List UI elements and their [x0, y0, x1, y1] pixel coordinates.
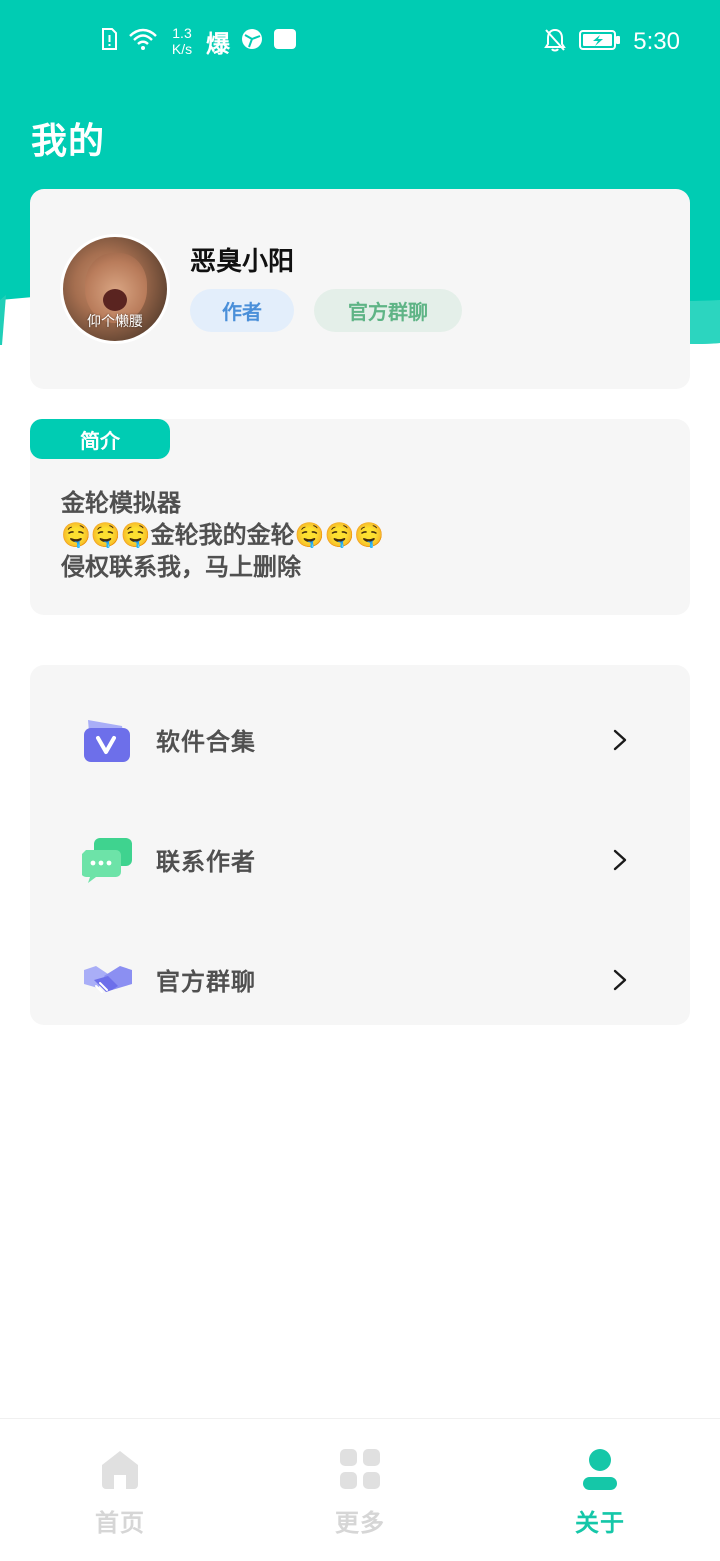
- profile-card: 仰个懒腰 恶臭小阳 作者 官方群聊: [30, 189, 690, 389]
- home-icon: [98, 1447, 142, 1491]
- chevron-right-icon: [610, 848, 630, 872]
- bottom-tab-bar: 首页 更多 关于: [0, 1418, 720, 1560]
- username: 恶臭小阳: [190, 247, 295, 277]
- handshake-icon: [82, 956, 134, 1004]
- menu-item-label: 软件合集: [156, 728, 256, 756]
- boom-app-icon: 爆: [206, 29, 230, 58]
- tab-home[interactable]: 首页: [0, 1419, 240, 1561]
- status-time: 5:30: [633, 28, 680, 55]
- grid-icon: [338, 1447, 382, 1491]
- menu-item-software-collection[interactable]: 软件合集: [30, 700, 690, 780]
- network-speed: 1.3 K/s: [168, 25, 196, 57]
- wifi-icon: [128, 27, 158, 55]
- chevron-right-icon: [610, 728, 630, 752]
- tab-label: 关于: [575, 1509, 625, 1537]
- avatar-mouth: [103, 289, 127, 311]
- page-title: 我的: [31, 121, 106, 162]
- person-icon: [578, 1447, 622, 1491]
- chevron-right-icon: [610, 968, 630, 992]
- official-group-tag[interactable]: 官方群聊: [314, 289, 462, 332]
- tab-more[interactable]: 更多: [240, 1419, 480, 1561]
- intro-text: 金轮模拟器 🤤🤤🤤金轮我的金轮🤤🤤🤤 侵权联系我，马上删除: [61, 487, 384, 583]
- status-bar: 1.3 K/s 爆 5:30: [0, 0, 720, 84]
- intro-line: 🤤🤤🤤金轮我的金轮🤤🤤🤤: [61, 521, 385, 549]
- avatar-caption: 仰个懒腰: [87, 314, 143, 330]
- author-tag[interactable]: 作者: [190, 289, 294, 332]
- app-collection-icon: [82, 716, 134, 764]
- hms-icon: [274, 29, 296, 53]
- status-right-group: 5:30: [543, 24, 680, 60]
- menu-item-label: 联系作者: [156, 848, 256, 876]
- bell-muted-icon: [543, 27, 567, 57]
- menu-card: 软件合集 联系作者 官方群聊: [30, 665, 690, 1025]
- globe-icon: [240, 27, 264, 55]
- tab-label: 首页: [95, 1509, 145, 1537]
- intro-card: 简介 金轮模拟器 🤤🤤🤤金轮我的金轮🤤🤤🤤 侵权联系我，马上删除: [30, 419, 690, 615]
- chat-icon: [81, 836, 134, 884]
- status-left-group: 1.3 K/s 爆: [100, 22, 296, 60]
- avatar[interactable]: 仰个懒腰: [60, 234, 170, 344]
- battery-charging-icon: [579, 29, 621, 55]
- intro-label: 简介: [30, 419, 170, 459]
- tab-about[interactable]: 关于: [480, 1419, 720, 1561]
- network-speed-value: 1.3: [172, 25, 192, 41]
- menu-item-contact-author[interactable]: 联系作者: [30, 820, 690, 900]
- intro-line: 侵权联系我，马上删除: [61, 553, 301, 581]
- menu-item-official-group[interactable]: 官方群聊: [30, 940, 690, 1020]
- intro-line: 金轮模拟器: [61, 489, 181, 517]
- menu-item-label: 官方群聊: [156, 968, 256, 996]
- tab-label: 更多: [335, 1509, 385, 1537]
- network-speed-unit: K/s: [171, 41, 193, 57]
- sim-alert-icon: [100, 27, 118, 55]
